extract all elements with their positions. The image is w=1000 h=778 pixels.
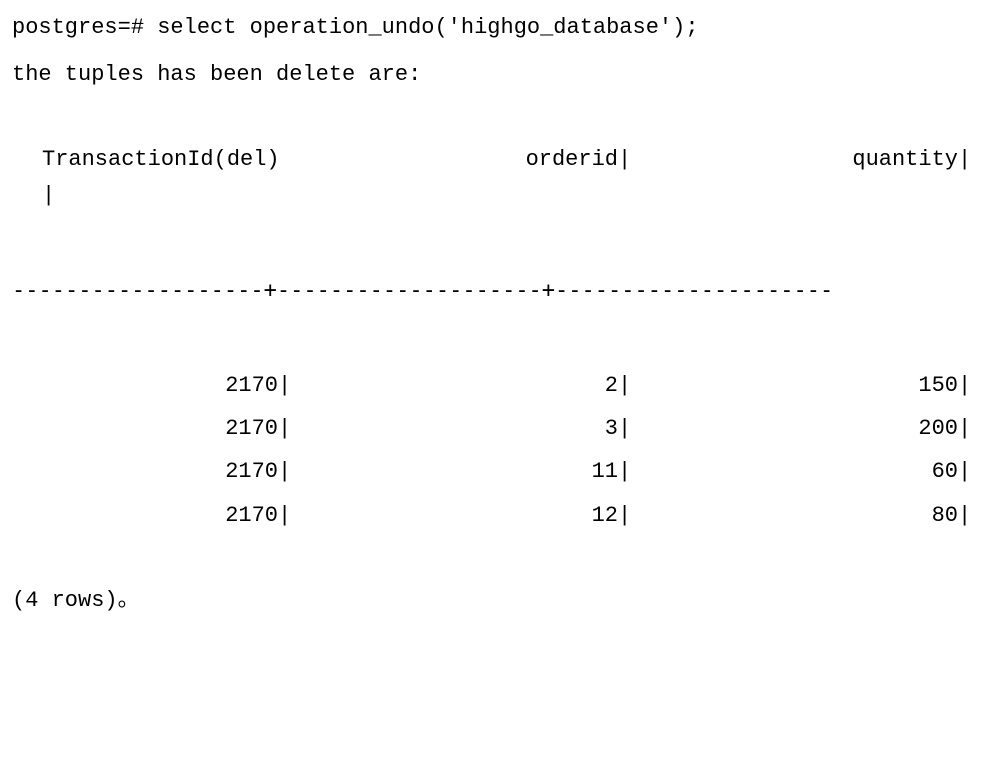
table-row: 2170| 12| 80|: [12, 498, 988, 533]
table-header-row: TransactionId(del)| orderid| quantity|: [12, 142, 988, 212]
column-separator: |: [278, 454, 288, 489]
column-separator: |: [278, 411, 288, 446]
cell-value: 80: [932, 503, 958, 528]
cell-transactionid: 2170|: [12, 411, 292, 446]
cell-value: 12: [592, 503, 618, 528]
cell-orderid: 2|: [292, 368, 632, 403]
cell-quantity: 200|: [632, 411, 972, 446]
column-separator: |: [958, 368, 968, 403]
column-header-label: TransactionId(del): [42, 147, 280, 172]
column-separator: |: [618, 411, 628, 446]
cell-orderid: 11|: [292, 454, 632, 489]
cell-quantity: 150|: [632, 368, 972, 403]
sql-command: select operation_undo('highgo_database')…: [157, 15, 698, 40]
column-header-quantity: quantity|: [632, 142, 972, 212]
cell-transactionid: 2170|: [12, 498, 292, 533]
cell-value: 2170: [225, 459, 278, 484]
result-footer: (4 rows)。: [12, 583, 988, 618]
cell-quantity: 80|: [632, 498, 972, 533]
cell-value: 200: [918, 416, 958, 441]
table-row: 2170| 3| 200|: [12, 411, 988, 446]
result-table: TransactionId(del)| orderid| quantity| -…: [12, 142, 988, 532]
table-row: 2170| 2| 150|: [12, 368, 988, 403]
cell-value: 2170: [225, 373, 278, 398]
column-separator: |: [42, 178, 52, 213]
column-separator: |: [958, 454, 968, 489]
cell-value: 11: [592, 459, 618, 484]
cell-value: 3: [605, 416, 618, 441]
sql-prompt: postgres=#: [12, 15, 144, 40]
cell-orderid: 12|: [292, 498, 632, 533]
cell-value: 2170: [225, 416, 278, 441]
column-separator: |: [958, 411, 968, 446]
cell-quantity: 60|: [632, 454, 972, 489]
column-separator: |: [278, 368, 288, 403]
column-separator: |: [958, 142, 968, 177]
cell-orderid: 3|: [292, 411, 632, 446]
column-separator: |: [958, 498, 968, 533]
cell-value: 2: [605, 373, 618, 398]
column-separator: |: [618, 368, 628, 403]
column-separator: |: [278, 498, 288, 533]
table-row: 2170| 11| 60|: [12, 454, 988, 489]
column-separator: |: [618, 142, 628, 177]
column-header-transactionid: TransactionId(del) |: [12, 142, 292, 212]
column-separator: |: [618, 454, 628, 489]
output-message: the tuples has been delete are:: [12, 57, 988, 92]
cell-value: 2170: [225, 503, 278, 528]
column-header-orderid: orderid|: [292, 142, 632, 212]
column-header-label: quantity: [852, 147, 958, 172]
command-line: postgres=# select operation_undo('highgo…: [12, 10, 988, 45]
cell-value: 150: [918, 373, 958, 398]
table-separator: -------------------+--------------------…: [12, 273, 988, 308]
cell-value: 60: [932, 459, 958, 484]
cell-transactionid: 2170|: [12, 454, 292, 489]
column-separator: |: [618, 498, 628, 533]
column-header-label: orderid: [526, 147, 618, 172]
cell-transactionid: 2170|: [12, 368, 292, 403]
